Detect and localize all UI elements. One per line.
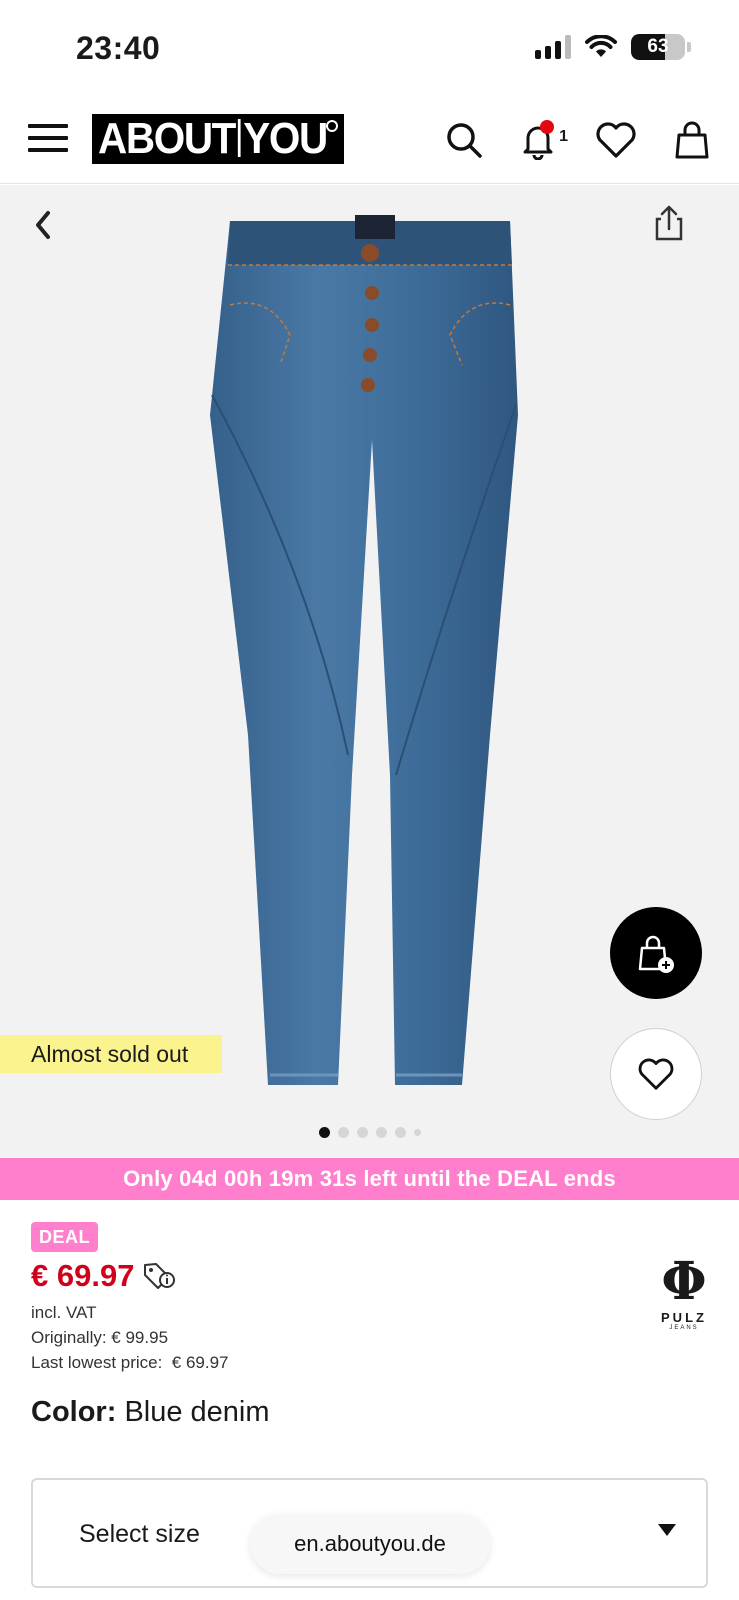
status-bar: 23:40 63 xyxy=(0,0,739,98)
share-icon[interactable] xyxy=(649,203,689,243)
app-header: ABOUT YOU 1 xyxy=(0,98,739,184)
about-you-logo[interactable]: ABOUT YOU xyxy=(92,114,344,164)
dropdown-arrow-icon xyxy=(658,1524,676,1536)
shopping-bag-icon[interactable] xyxy=(668,116,716,164)
brand-logo[interactable]: Φ PULZ JEANS xyxy=(656,1251,712,1332)
search-icon[interactable] xyxy=(440,116,488,164)
size-select-label: Select size xyxy=(79,1520,200,1548)
color-info: Color: Blue denim xyxy=(31,1396,270,1429)
deal-badge: DEAL xyxy=(31,1222,98,1252)
gallery-dot[interactable] xyxy=(337,1127,349,1138)
gallery-dot[interactable] xyxy=(356,1127,368,1138)
cellular-signal-icon xyxy=(535,35,571,59)
gallery-dot[interactable] xyxy=(375,1127,387,1138)
notification-count: 1 xyxy=(559,128,568,145)
gallery-dot[interactable] xyxy=(413,1129,421,1136)
brand-subtitle: JEANS xyxy=(669,1325,699,1331)
add-to-bag-button[interactable] xyxy=(610,907,702,999)
price-row: € 69.97 xyxy=(31,1258,176,1294)
gallery-dot[interactable] xyxy=(318,1127,330,1138)
bag-plus-icon xyxy=(638,935,674,973)
wifi-icon xyxy=(585,35,617,57)
heart-icon xyxy=(638,1058,674,1090)
notification-dot xyxy=(540,120,554,134)
add-to-wishlist-button[interactable] xyxy=(610,1028,702,1120)
battery-level: 63 xyxy=(647,36,669,57)
jeans-product-image xyxy=(210,215,530,1095)
brand-name: PULZ xyxy=(661,1310,707,1325)
original-price: Originally: € 99.95 xyxy=(31,1328,169,1347)
status-time: 23:40 xyxy=(76,30,161,66)
sale-price: € 69.97 xyxy=(31,1258,135,1293)
back-chevron-icon[interactable] xyxy=(26,207,62,243)
battery-icon: 63 xyxy=(631,34,685,60)
color-value: Blue denim xyxy=(124,1396,270,1428)
wishlist-heart-icon[interactable] xyxy=(592,116,640,164)
last-lowest-price: Last lowest price: € 69.97 xyxy=(31,1353,229,1372)
brand-symbol: Φ xyxy=(661,1251,707,1312)
menu-icon[interactable] xyxy=(28,120,68,156)
vat-note: incl. VAT xyxy=(31,1303,97,1322)
almost-sold-out-badge: Almost sold out xyxy=(0,1035,222,1073)
gallery-pagination[interactable] xyxy=(0,1127,739,1138)
gallery-dot[interactable] xyxy=(394,1127,406,1138)
product-image-gallery[interactable]: Almost sold out xyxy=(0,185,739,1158)
color-label: Color: xyxy=(31,1396,117,1428)
deal-countdown-banner: Only 04d 00h 19m 31s left until the DEAL… xyxy=(0,1158,739,1200)
status-icons: 63 xyxy=(535,34,691,60)
notification-bell-icon[interactable]: 1 xyxy=(514,116,568,164)
browser-url-bar[interactable]: en.aboutyou.de xyxy=(250,1514,490,1574)
price-info-tag-icon[interactable] xyxy=(142,1261,176,1291)
